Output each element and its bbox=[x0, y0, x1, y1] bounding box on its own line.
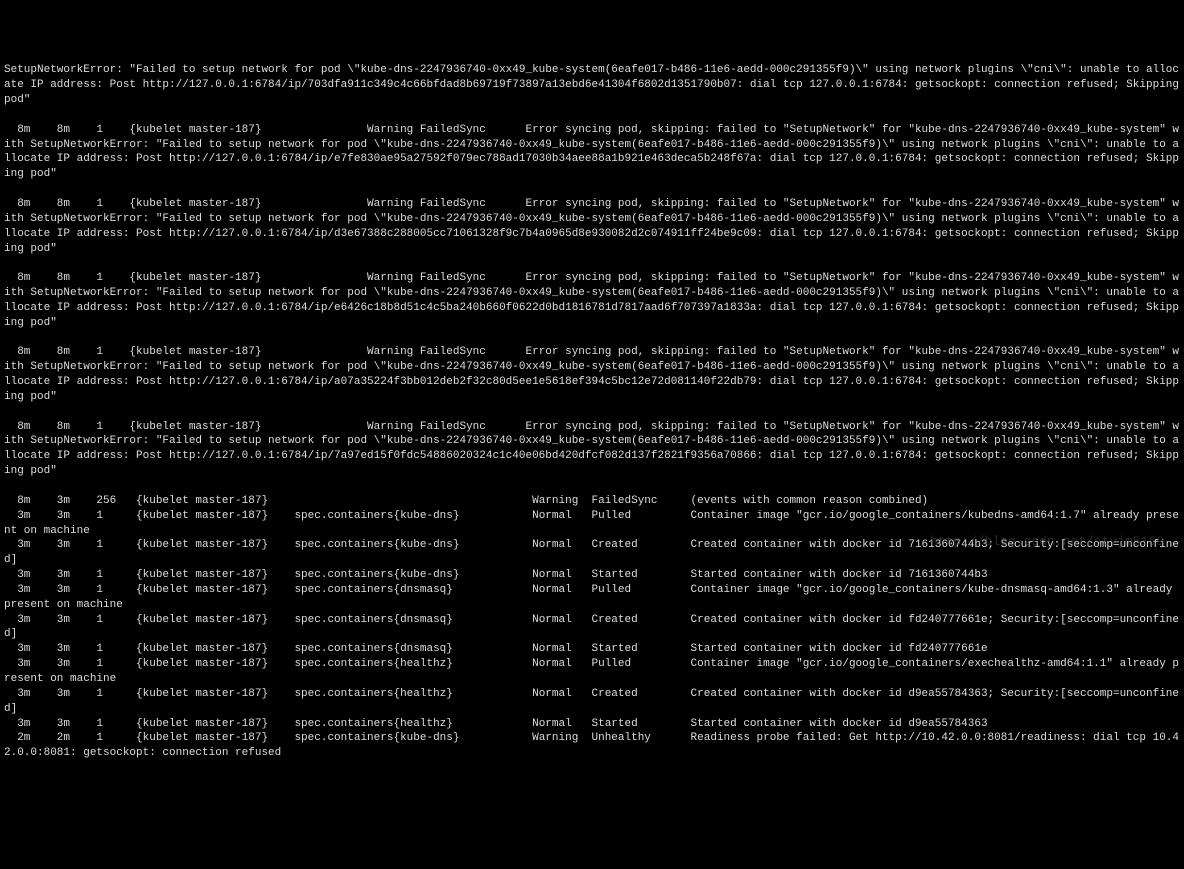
log-line: 8m 8m 1 {kubelet master-187} Warning Fai… bbox=[4, 345, 1180, 404]
log-line: 8m 8m 1 {kubelet master-187} Warning Fai… bbox=[4, 197, 1180, 256]
log-line: 8m 3m 256 {kubelet master-187} Warning F… bbox=[4, 494, 1180, 509]
log-line: 3m 3m 1 {kubelet master-187} spec.contai… bbox=[4, 538, 1180, 568]
log-line: 3m 3m 1 {kubelet master-187} spec.contai… bbox=[4, 583, 1180, 613]
log-line bbox=[4, 331, 1180, 346]
log-line: 3m 3m 1 {kubelet master-187} spec.contai… bbox=[4, 509, 1180, 539]
log-line bbox=[4, 405, 1180, 420]
log-line: 3m 3m 1 {kubelet master-187} spec.contai… bbox=[4, 687, 1180, 717]
log-line: 3m 3m 1 {kubelet master-187} spec.contai… bbox=[4, 613, 1180, 643]
log-line: 3m 3m 1 {kubelet master-187} spec.contai… bbox=[4, 657, 1180, 687]
log-line bbox=[4, 108, 1180, 123]
log-line: 3m 3m 1 {kubelet master-187} spec.contai… bbox=[4, 717, 1180, 732]
log-line: 8m 8m 1 {kubelet master-187} Warning Fai… bbox=[4, 271, 1180, 330]
log-line: 2m 2m 1 {kubelet master-187} spec.contai… bbox=[4, 731, 1180, 761]
terminal-output: SetupNetworkError: "Failed to setup netw… bbox=[4, 63, 1180, 761]
log-line bbox=[4, 479, 1180, 494]
log-line: 3m 3m 1 {kubelet master-187} spec.contai… bbox=[4, 642, 1180, 657]
log-line: 3m 3m 1 {kubelet master-187} spec.contai… bbox=[4, 568, 1180, 583]
log-line bbox=[4, 182, 1180, 197]
log-line: SetupNetworkError: "Failed to setup netw… bbox=[4, 63, 1180, 108]
log-line: 8m 8m 1 {kubelet master-187} Warning Fai… bbox=[4, 123, 1180, 182]
log-line: 8m 8m 1 {kubelet master-187} Warning Fai… bbox=[4, 420, 1180, 479]
log-line bbox=[4, 256, 1180, 271]
